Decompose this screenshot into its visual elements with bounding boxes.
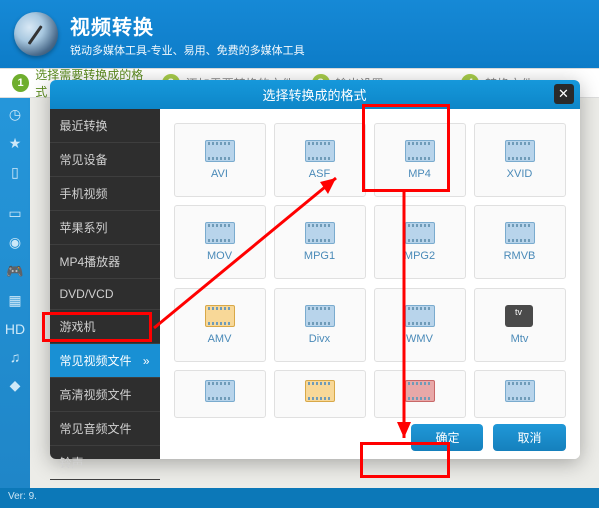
phone-icon[interactable]: ▯: [11, 164, 19, 181]
sidebar-item-hd-video[interactable]: 高清视频文件: [50, 378, 160, 412]
format-xvid[interactable]: XVID: [474, 123, 566, 197]
format-asf[interactable]: ASF: [274, 123, 366, 197]
format-extra-3[interactable]: [374, 370, 466, 418]
app-subtitle: 锐动多媒体工具-专业、易用、免费的多媒体工具: [70, 42, 305, 58]
sidebar-item-game[interactable]: 游戏机: [50, 310, 160, 344]
sidebar-item-ringtone[interactable]: 铃声: [50, 446, 160, 480]
sidebar-item-common-audio[interactable]: 常见音频文件: [50, 412, 160, 446]
format-rmvb[interactable]: RMVB: [474, 205, 566, 279]
app-logo-icon: [14, 12, 58, 56]
version-label: Ver: 9.: [8, 491, 37, 502]
format-extra-2[interactable]: [274, 370, 366, 418]
disc-icon[interactable]: ◉: [9, 234, 21, 251]
sidebar-item-recent[interactable]: 最近转换: [50, 109, 160, 143]
modal-overlay: 选择转换成的格式 ✕ 最近转换 常见设备 手机视频 苹果系列 MP4播放器 DV…: [30, 98, 599, 488]
music-icon[interactable]: ♫: [10, 349, 21, 365]
app-header: 视频转换 锐动多媒体工具-专业、易用、免费的多媒体工具: [0, 0, 599, 68]
sidebar-item-device[interactable]: 常见设备: [50, 143, 160, 177]
format-wmv[interactable]: WMV: [374, 288, 466, 362]
format-divx[interactable]: Divx: [274, 288, 366, 362]
sidebar-item-apple[interactable]: 苹果系列: [50, 211, 160, 245]
category-sidebar: 最近转换 常见设备 手机视频 苹果系列 MP4播放器 DVD/VCD 游戏机 常…: [50, 109, 160, 459]
format-mtv[interactable]: Mtv: [474, 288, 566, 362]
cancel-button[interactable]: 取消: [493, 424, 565, 451]
modal-header: 选择转换成的格式 ✕: [50, 80, 580, 109]
sidebar-item-common-video[interactable]: 常见视频文件»: [50, 344, 160, 378]
sidebar-item-mp4[interactable]: MP4播放器: [50, 245, 160, 279]
step-1-num: 1: [12, 74, 29, 92]
format-grid: AVI ASF MP4 XVID MOV MPG1 MPG2 RMVB AMV …: [174, 123, 566, 418]
format-modal: 选择转换成的格式 ✕ 最近转换 常见设备 手机视频 苹果系列 MP4播放器 DV…: [50, 80, 580, 459]
format-avi[interactable]: AVI: [174, 123, 266, 197]
hd-icon[interactable]: HD: [5, 321, 25, 337]
format-mpg2[interactable]: MPG2: [374, 205, 466, 279]
sidebar-item-mobile[interactable]: 手机视频: [50, 177, 160, 211]
bell-icon[interactable]: ◆: [10, 377, 21, 394]
app-title: 视频转换: [70, 11, 305, 40]
gamepad-icon[interactable]: 🎮: [6, 263, 23, 280]
format-amv[interactable]: AMV: [174, 288, 266, 362]
star-icon[interactable]: ★: [9, 135, 22, 152]
ok-button[interactable]: 确定: [411, 424, 483, 451]
sidebar-item-dvd[interactable]: DVD/VCD: [50, 279, 160, 310]
format-mp4[interactable]: MP4: [374, 123, 466, 197]
modal-title: 选择转换成的格式: [262, 85, 366, 104]
footer: Ver: 9.: [0, 488, 599, 508]
clock-icon[interactable]: ◷: [9, 106, 21, 123]
chevron-right-icon: »: [143, 354, 150, 368]
mp4-icon[interactable]: ▭: [8, 205, 21, 222]
video-icon[interactable]: ▦: [8, 292, 21, 309]
format-extra-1[interactable]: [174, 370, 266, 418]
format-mpg1[interactable]: MPG1: [274, 205, 366, 279]
format-extra-4[interactable]: [474, 370, 566, 418]
left-tool-iconbar: ◷ ★ ▯ ▭ ◉ 🎮 ▦ HD ♫ ◆: [0, 98, 30, 488]
format-mov[interactable]: MOV: [174, 205, 266, 279]
close-icon[interactable]: ✕: [554, 84, 574, 104]
